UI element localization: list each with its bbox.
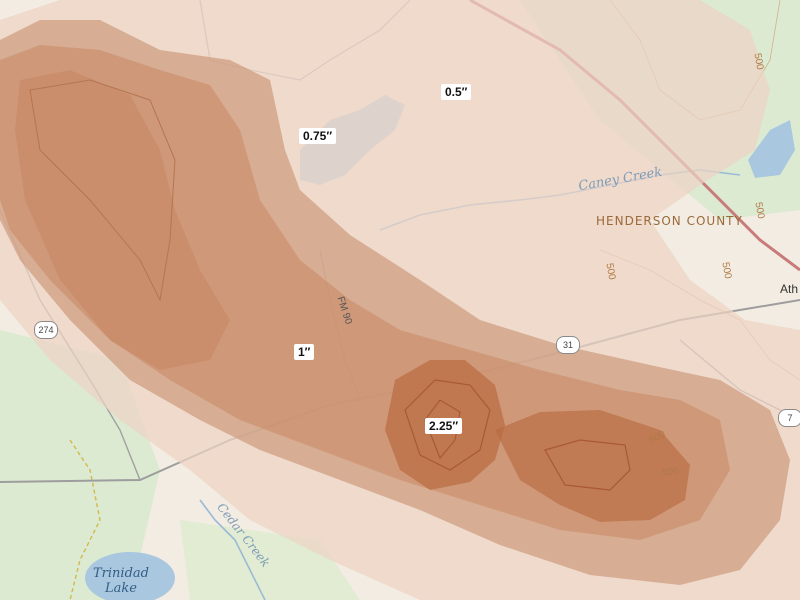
route-shield-7: 7 <box>778 409 800 427</box>
contour-label-075: 0.75″ <box>299 128 337 144</box>
town-label: Ath <box>780 282 799 296</box>
route-shield-31: 31 <box>556 336 580 354</box>
elevation-label: 500 <box>662 467 679 478</box>
contour-label-050: 0.5″ <box>441 84 472 100</box>
henderson-county-label: HENDERSON COUNTY <box>596 214 743 228</box>
trinidad-lake-label: Trinidad Lake <box>93 566 149 596</box>
hail-swath-map[interactable] <box>0 0 800 600</box>
route-shield-274: 274 <box>34 321 58 339</box>
contour-label-100: 1″ <box>294 344 315 360</box>
contour-label-225: 2.25″ <box>425 418 463 434</box>
